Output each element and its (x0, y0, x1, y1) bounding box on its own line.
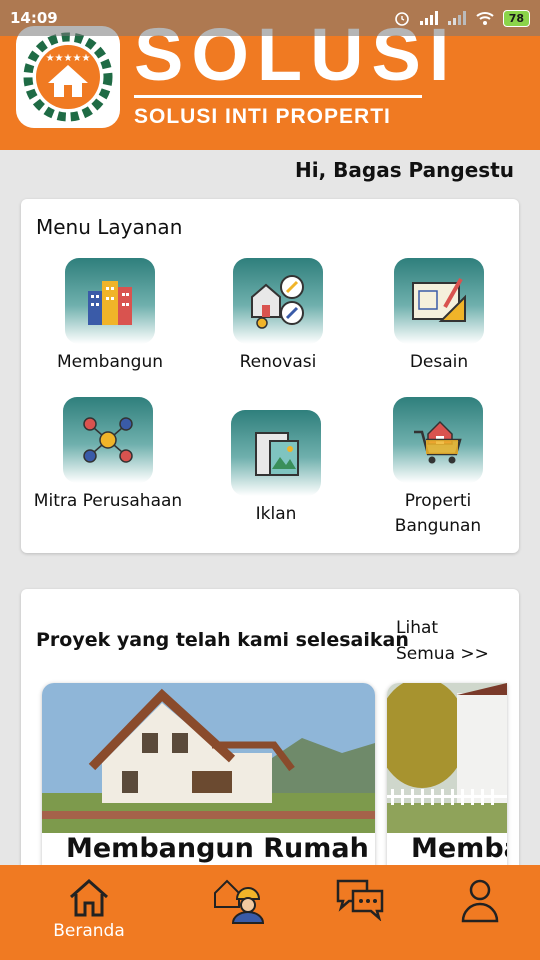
menu-tile (63, 397, 153, 483)
menu-tile (393, 397, 483, 483)
menu-item-label: Mitra Perusahaan (33, 491, 183, 511)
menu-item-label: Renovasi (239, 352, 317, 372)
buildings-icon (88, 281, 132, 325)
nav-item-beranda[interactable]: Beranda (34, 877, 144, 941)
menu-item-mitra-perusahaan[interactable]: Mitra Perusahaan (33, 397, 183, 514)
nav-item-chat[interactable] (305, 877, 415, 921)
renovation-tools-icon (251, 275, 304, 329)
nav-item-worker[interactable] (185, 877, 295, 925)
menu-item-desain[interactable]: Desain (364, 258, 514, 375)
signal-icon (419, 11, 438, 25)
menu-item-iklan[interactable]: Iklan (201, 410, 351, 527)
partners-network-icon (83, 417, 133, 463)
property-cart-icon (414, 420, 462, 464)
bottom-navigation: Beranda (0, 865, 540, 960)
chat-icon (336, 879, 384, 921)
project-card[interactable]: Membangun Rumah (387, 683, 507, 889)
project-image (387, 683, 507, 833)
wifi-icon (476, 12, 494, 25)
service-menu-card: Menu Layanan Membangun Renovasi Desain M… (21, 199, 519, 553)
menu-item-label: Membangun (56, 352, 163, 372)
user-greeting: Hi, Bagas Pangestu (294, 158, 514, 182)
project-caption: Membangun Rumah (411, 833, 507, 864)
brand-subtitle: SOLUSI INTI PROPERTI (134, 105, 391, 128)
svg-text:★★★★★: ★★★★★ (46, 53, 91, 64)
advertisement-icon (255, 432, 299, 476)
menu-tile (394, 258, 484, 344)
nav-item-profile[interactable] (425, 877, 535, 923)
project-image (42, 683, 375, 833)
house-gear-logo-icon: ★★★★★ (23, 32, 113, 122)
battery-indicator: 78 (502, 9, 530, 27)
profile-icon (461, 879, 499, 923)
projects-card: Proyek yang telah kami selesaikan Lihat … (21, 589, 519, 889)
menu-tile (65, 258, 155, 344)
worker-icon (214, 879, 265, 924)
menu-item-label: Properti Bangunan (394, 491, 482, 536)
menu-item-properti-bangunan[interactable]: Properti Bangunan (363, 397, 513, 539)
menu-tile (233, 258, 323, 344)
menu-item-membangun[interactable]: Membangun (35, 258, 185, 375)
projects-title: Proyek yang telah kami selesaikan (36, 629, 409, 651)
status-bar: 14:09 78 (0, 0, 540, 36)
menu-title: Menu Layanan (36, 215, 183, 239)
blueprint-icon (412, 278, 466, 322)
alarm-icon (394, 12, 409, 26)
project-caption: Membangun Rumah (66, 833, 369, 864)
see-all-link[interactable]: Lihat Semua >> (396, 615, 496, 667)
status-time: 14:09 (10, 9, 58, 27)
menu-tile (231, 410, 321, 496)
menu-item-label: Iklan (255, 504, 297, 524)
app-header: 14:09 78 ★★★★★ SOLUSI SOLUSI INTI PROPER… (0, 0, 540, 150)
signal-2-icon (447, 11, 466, 25)
status-icons: 78 (393, 9, 530, 27)
nav-label: Beranda (53, 921, 125, 941)
menu-item-renovasi[interactable]: Renovasi (203, 258, 353, 375)
brand-divider (134, 95, 422, 98)
home-icon (70, 878, 108, 917)
menu-item-label: Desain (409, 352, 469, 372)
brand-logo: ★★★★★ (16, 26, 120, 128)
project-card[interactable]: Membangun Rumah (42, 683, 375, 889)
